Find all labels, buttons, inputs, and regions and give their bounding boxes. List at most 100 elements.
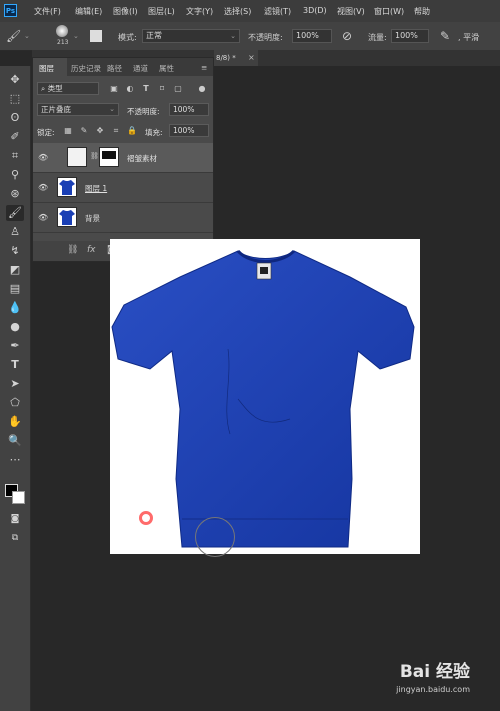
menu-help[interactable]: 帮助 [414,6,430,17]
history-brush-tool-icon[interactable]: ↯ [6,243,24,259]
fx-icon[interactable]: fx [87,245,96,255]
move-tool-icon[interactable]: ✥ [6,72,24,88]
gradient-tool-icon[interactable]: ▤ [6,281,24,297]
document-tab[interactable]: 8/8) * × [214,50,258,66]
blend-row: 正片叠底 ⌄ 不透明度: 100% [33,102,213,118]
quick-select-tool-icon[interactable]: ✐ [6,129,24,145]
brush-cursor-icon [139,511,153,525]
layer-row[interactable]: 👁 ⛓ 褶皱素材 [33,143,213,173]
screen-mode-icon[interactable]: ⧉ [6,530,24,546]
tshirt-image [111,249,415,548]
visibility-eye-icon[interactable]: 👁 [38,153,48,162]
pixel-filter-icon[interactable]: ▣ [109,84,119,94]
marquee-tool-icon[interactable]: ⬚ [6,91,24,107]
brush-panel-toggle-icon[interactable] [90,30,102,42]
filter-kind-select[interactable]: ⌕ 类型 [37,82,99,95]
menu-file[interactable]: 文件(F) [34,6,61,17]
shape-tool-icon[interactable]: ⬠ [6,395,24,411]
close-icon[interactable]: × [248,53,255,62]
lock-artboard-icon[interactable]: ⌗ [111,126,121,136]
tab-layers[interactable]: 图层 [39,63,54,74]
shape-filter-icon[interactable]: ⌑ [157,84,167,94]
fill-field[interactable]: 100% [169,124,209,137]
type-tool-icon[interactable]: T [6,357,24,373]
background-color-swatch[interactable] [12,491,25,504]
layers-panel: 图层 历史记录 路径 通道 属性 ≡ ⌕ 类型 ▣ ◐ T ⌑ ▢ ● 正片叠底… [32,57,214,262]
clone-stamp-tool-icon[interactable]: ♙ [6,224,24,240]
link-chain-icon[interactable]: ⛓ [90,152,99,160]
adjustment-filter-icon[interactable]: ◐ [125,84,135,94]
visibility-eye-icon[interactable]: 👁 [38,183,48,192]
brush-picker-chevron-icon[interactable]: ⌄ [73,32,79,40]
layer-mask-thumbnail[interactable] [99,147,119,167]
tab-paths[interactable]: 路径 [107,63,122,74]
path-select-tool-icon[interactable]: ➤ [6,376,24,392]
zoom-tool-icon[interactable]: 🔍 [6,433,24,449]
eyedropper-tool-icon[interactable]: ⚲ [6,167,24,183]
visibility-eye-icon[interactable]: 👁 [38,213,48,222]
menu-select[interactable]: 选择(S) [224,6,251,17]
pen-tool-icon[interactable]: ✒ [6,338,24,354]
more-tools-icon[interactable]: ⋯ [6,452,24,468]
layer-row[interactable]: 👁 背景 [33,203,213,233]
menu-edit[interactable]: 编辑(E) [75,6,102,17]
chevron-down-icon: ⌄ [230,32,236,40]
crop-tool-icon[interactable]: ⌗ [6,148,24,164]
filter-toggle-icon[interactable]: ● [197,84,207,94]
layer-row[interactable]: 👁 图层 1 [33,173,213,203]
tab-properties[interactable]: 属性 [159,63,174,74]
lock-all-icon[interactable]: 🔒 [127,126,137,136]
menu-3d[interactable]: 3D(D) [303,6,327,15]
layer-name[interactable]: 背景 [85,213,100,224]
lock-pixels-icon[interactable]: ✎ [79,126,89,136]
brush-tool-icon[interactable]: 🖌 [6,29,21,43]
menu-window[interactable]: 窗口(W) [374,6,404,17]
quick-mask-icon[interactable]: ◙ [6,511,24,527]
layer-name[interactable]: 褶皱素材 [127,153,157,164]
menu-image[interactable]: 图像(I) [113,6,138,17]
tab-history[interactable]: 历史记录 [71,63,101,74]
flow-field[interactable]: 100% [391,29,429,43]
layer-opacity-field[interactable]: 100% [169,103,209,116]
tshirt-thumbnail-icon [59,210,75,225]
panel-menu-icon[interactable]: ≡ [201,63,207,72]
mode-select-value: 正常 [146,31,162,40]
opacity-label: 不透明度: [248,33,283,42]
lock-transparent-icon[interactable]: ▦ [63,126,73,136]
healing-tool-icon[interactable]: ⊛ [6,186,24,202]
brush-tool-icon[interactable]: 🖌 [6,205,24,221]
blend-mode-select[interactable]: 正片叠底 ⌄ [37,103,119,116]
layer-opacity-label: 不透明度: [127,107,160,116]
airbrush-icon[interactable]: ✎ [440,29,450,43]
tab-channels[interactable]: 通道 [133,63,148,74]
flow-value: 100% [395,31,418,40]
document-tab-label: 8/8) * [216,54,236,62]
layer-name[interactable]: 图层 1 [85,183,107,194]
options-bar: 🖌 ⌄ 213 ⌄ 模式: 正常 ⌄ 不透明度: 100% ⊘ 流量: 100%… [0,22,500,51]
tools-panel: ✥ ⬚ ʘ ✐ ⌗ ⚲ ⊛ 🖌 ♙ ↯ ◩ ▤ 💧 ● ✒ T ➤ ⬠ ✋ 🔍 … [0,66,31,711]
tool-preset-chevron-icon[interactable]: ⌄ [24,32,30,40]
eraser-tool-icon[interactable]: ◩ [6,262,24,278]
document-canvas[interactable] [110,239,420,554]
menu-filter[interactable]: 滤镜(T) [264,6,291,17]
dodge-tool-icon[interactable]: ● [6,319,24,335]
lasso-tool-icon[interactable]: ʘ [6,110,24,126]
menu-view[interactable]: 视图(V) [337,6,365,17]
pressure-opacity-icon[interactable]: ⊘ [342,29,352,43]
chevron-down-icon: ⌄ [109,105,115,113]
link-layers-icon[interactable]: ⛓ [67,245,78,255]
lock-row: 锁定: ▦ ✎ ✥ ⌗ 🔒 填充: 100% [33,123,213,139]
lock-position-icon[interactable]: ✥ [95,126,105,136]
tshirt-thumbnail-icon [59,180,75,195]
blur-tool-icon[interactable]: 💧 [6,300,24,316]
fill-label: 填充: [145,128,163,137]
menu-type[interactable]: 文字(Y) [186,6,213,17]
menu-layer[interactable]: 图层(L) [148,6,175,17]
type-filter-icon[interactable]: T [141,84,151,94]
menu-bar: Ps 文件(F) 编辑(E) 图像(I) 图层(L) 文字(Y) 选择(S) 滤… [0,0,500,22]
hand-tool-icon[interactable]: ✋ [6,414,24,430]
brush-preview-icon[interactable] [56,25,68,37]
mode-select[interactable]: 正常 ⌄ [142,29,240,43]
smart-object-filter-icon[interactable]: ▢ [173,84,183,94]
opacity-field[interactable]: 100% [292,29,332,43]
